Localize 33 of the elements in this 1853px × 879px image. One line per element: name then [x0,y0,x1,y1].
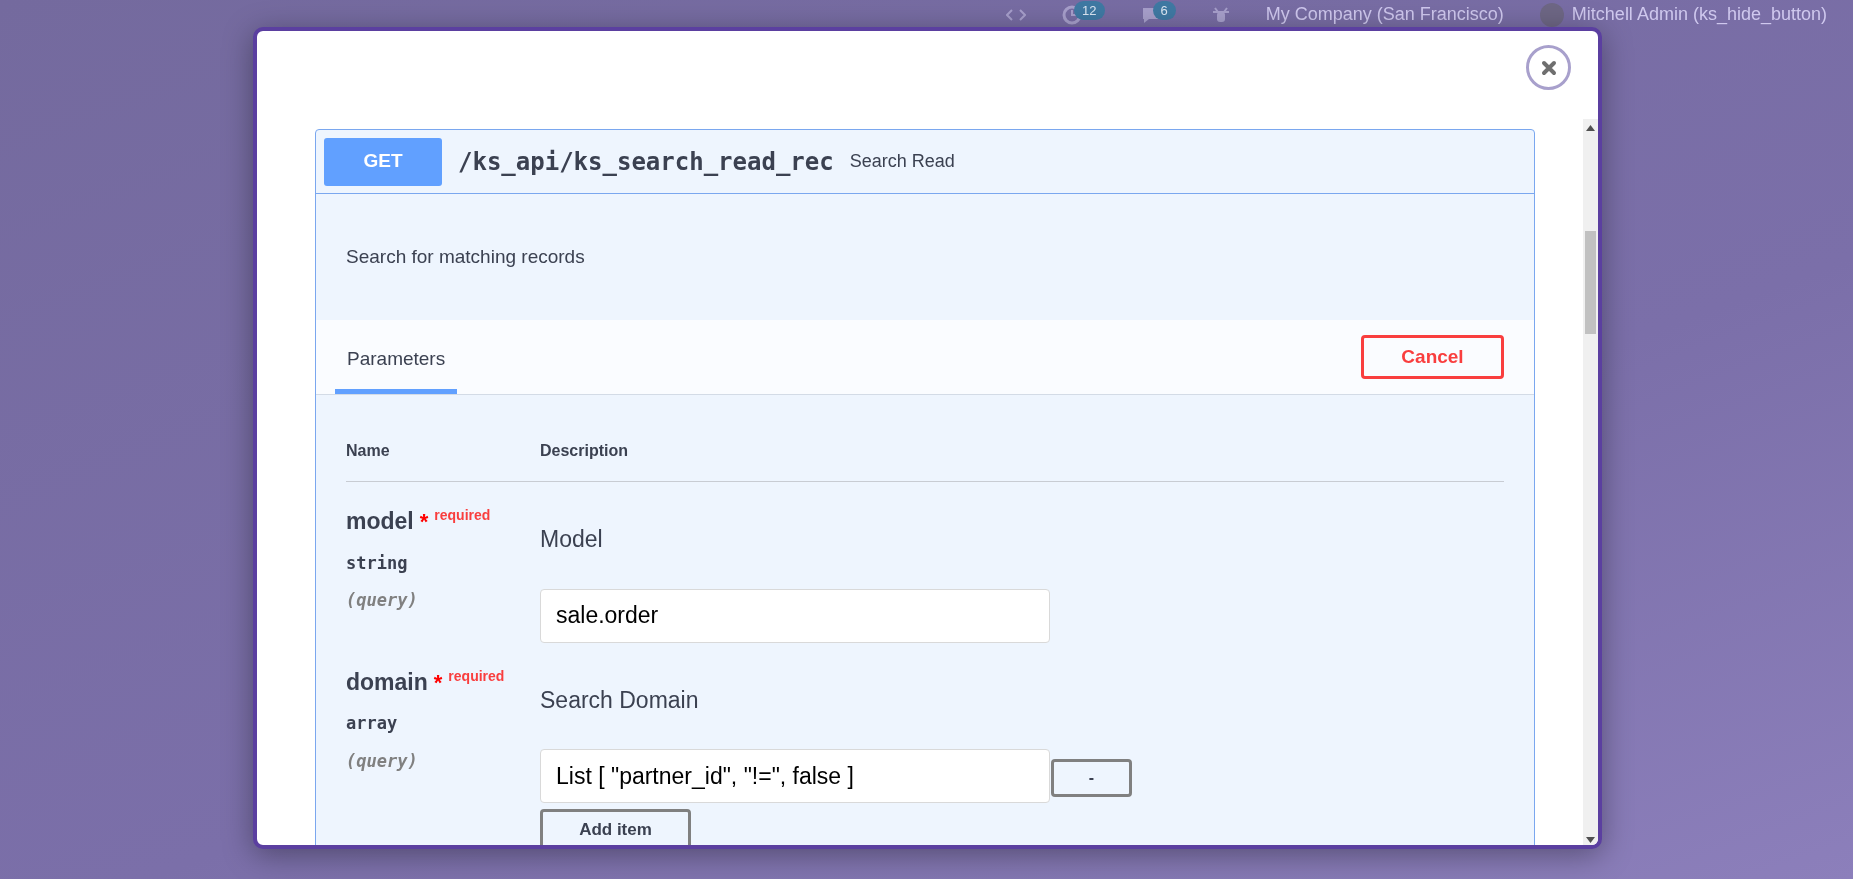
avatar[interactable] [1539,2,1564,27]
scrollbar-thumb[interactable] [1585,231,1596,334]
parameter-name: model [346,507,414,536]
parameter-type: array [346,712,399,735]
remove-item-button[interactable]: - [1051,759,1132,797]
bug-icon[interactable] [1211,5,1230,24]
parameter-name: domain [346,667,428,697]
required-label: required [448,666,505,686]
column-header: Name [346,441,391,461]
endpoint-path[interactable]: /ks_api/ks_search_read_rec [458,143,834,180]
notification-badge: 6 [1152,0,1176,21]
scroll-down-icon[interactable] [1586,837,1595,843]
required-asterisk: * [433,668,443,697]
code-icon[interactable] [1006,7,1027,22]
add-item-button[interactable]: Add item [540,809,691,845]
parameter-type: string [346,551,409,575]
parameter-description: Search Domain [540,685,700,715]
close-icon [1540,59,1557,76]
scroll-up-icon[interactable] [1586,125,1595,131]
text-field[interactable]: sale.order [540,588,1050,643]
column-header: Description [540,441,628,461]
required-label: required [434,506,491,525]
close-button[interactable] [1526,45,1571,90]
cancel-button[interactable]: Cancel [1361,335,1504,379]
notification-badge: 12 [1074,0,1105,21]
endpoint-description: Search for matching records [346,244,585,269]
parameter-description: Model [540,525,604,554]
required-asterisk: * [419,508,429,536]
endpoint-summary: Search Read [849,150,955,173]
tab[interactable]: Parameters [335,322,458,394]
parameter-location: (query) [346,589,419,612]
parameter-location: (query) [346,749,419,773]
text-field[interactable]: List [ "partner_id", "!=", false ] [540,749,1050,803]
